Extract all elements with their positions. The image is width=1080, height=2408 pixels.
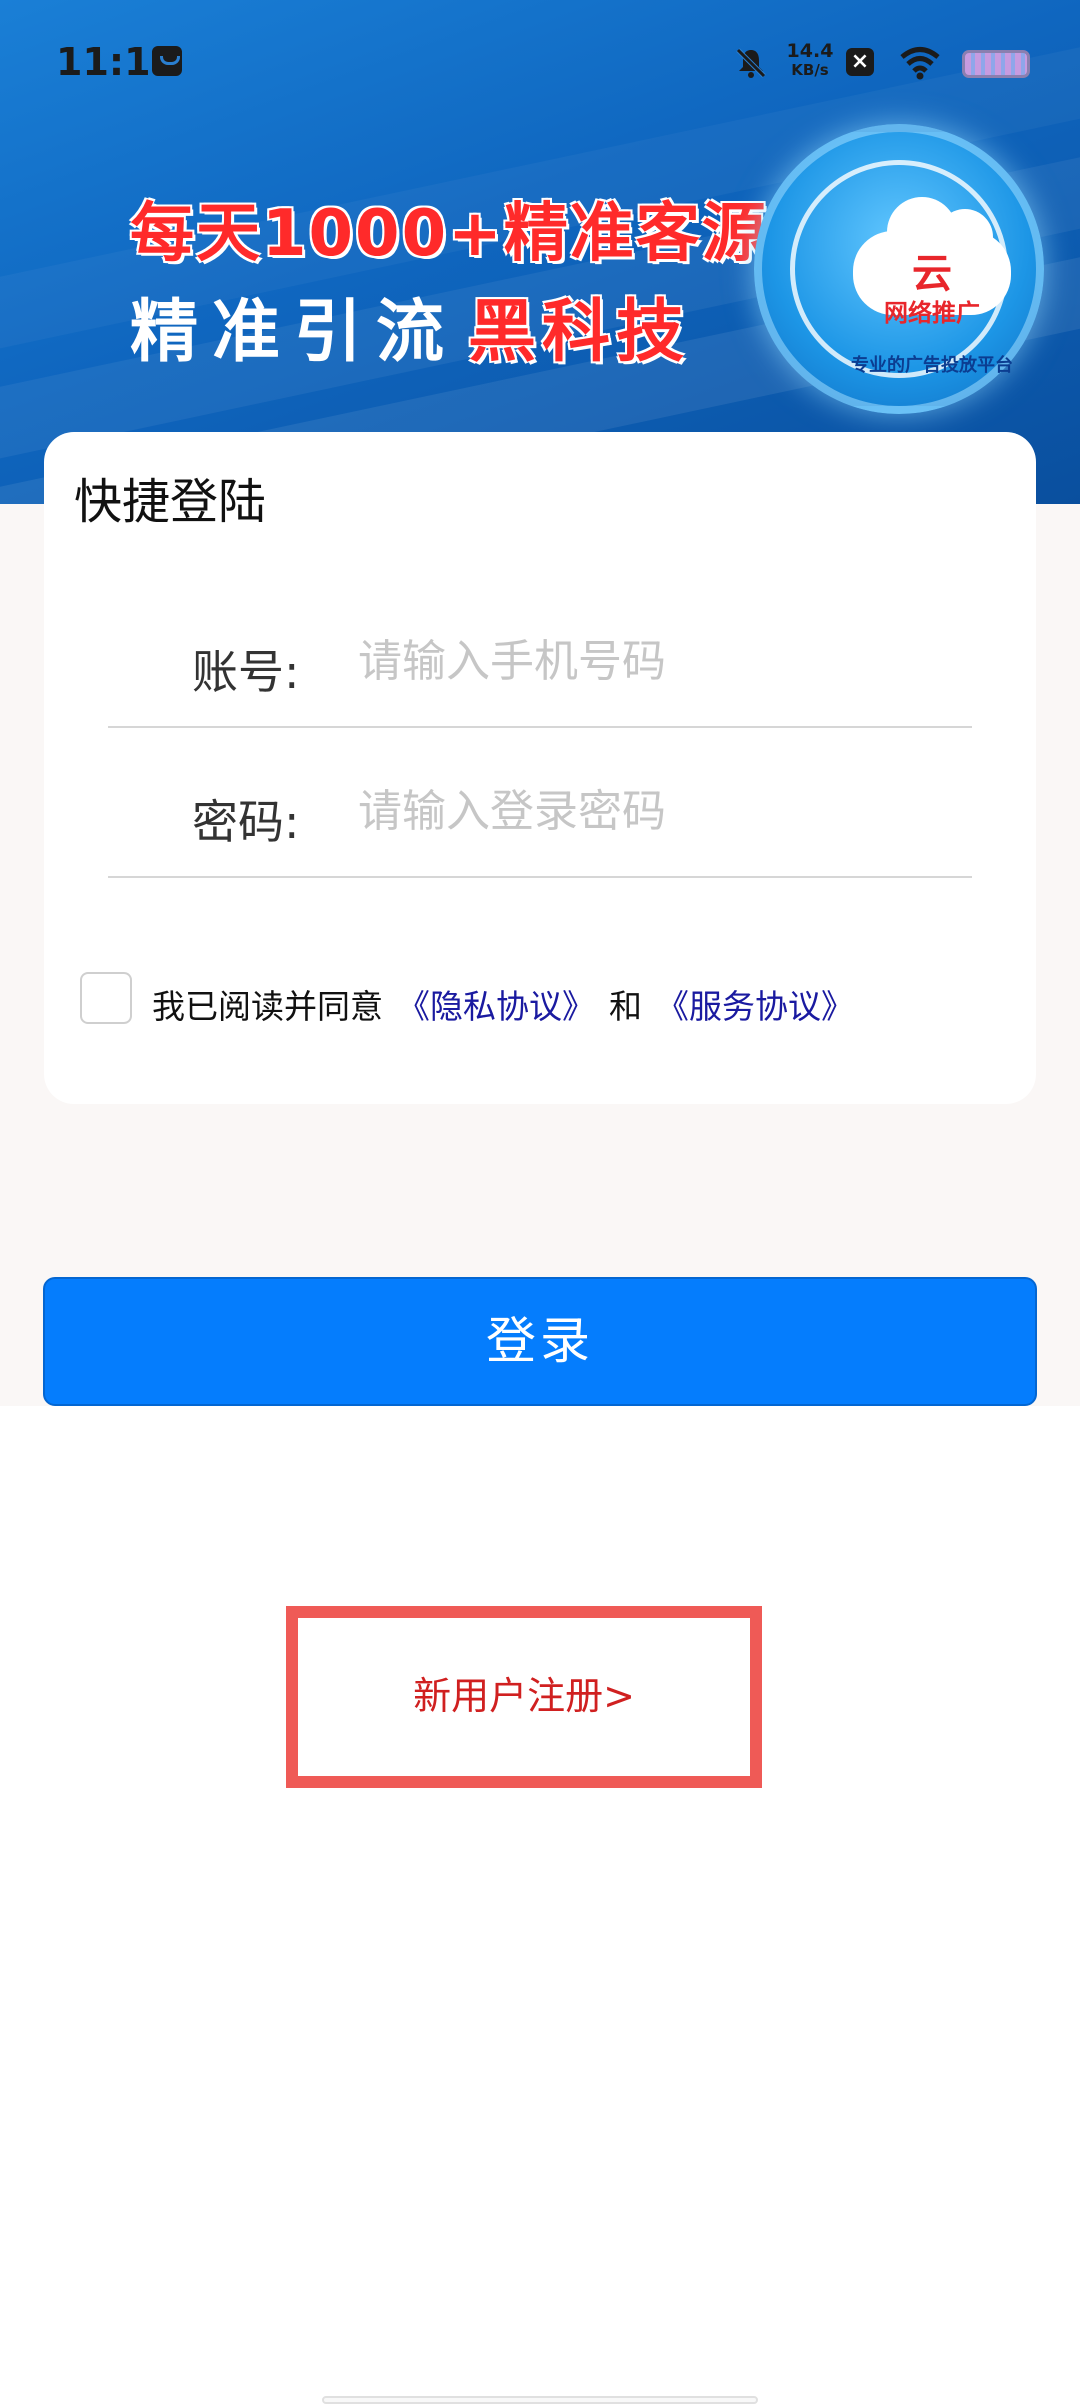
agreement-conjunction: 和 bbox=[609, 987, 642, 1026]
net-speed-value: 14.4 bbox=[786, 40, 834, 62]
battery-icon bbox=[962, 50, 1030, 78]
password-input[interactable] bbox=[358, 776, 938, 846]
register-highlight-box: 新用户注册> bbox=[286, 1606, 762, 1788]
agreement-prefix: 我已阅读并同意 bbox=[152, 987, 383, 1026]
net-speed-unit: KB/s bbox=[791, 61, 829, 79]
password-label: 密码: bbox=[192, 795, 300, 849]
home-indicator[interactable] bbox=[322, 2396, 758, 2404]
wifi-icon bbox=[900, 47, 940, 80]
banner-slogan-white: 精准引流 bbox=[130, 293, 459, 372]
status-bar: 11:14 14.4 KB/s × bbox=[0, 0, 1080, 126]
cloud-badge: 云 网络推广 专业的广告投放平台 bbox=[754, 124, 1044, 414]
mute-icon bbox=[736, 48, 766, 78]
agreement-checkbox[interactable] bbox=[80, 972, 132, 1024]
close-box-icon: × bbox=[846, 48, 874, 76]
banner-slogan-red: 黑科技 bbox=[468, 293, 691, 372]
net-speed: 14.4 KB/s bbox=[786, 42, 834, 80]
banner-slogan-line2: 精准引流 黑科技 bbox=[130, 276, 690, 375]
login-button[interactable]: 登录 bbox=[43, 1277, 1037, 1406]
login-card: 快捷登陆 账号: 密码: 我已阅读并同意《隐私协议》和《服务协议》 bbox=[44, 432, 1036, 1104]
account-input[interactable] bbox=[358, 626, 938, 696]
badge-subtitle: 专业的广告投放平台 bbox=[851, 355, 1013, 376]
banner-slogan-line1: 每天1000+精准客源 bbox=[130, 197, 768, 271]
service-agreement-link[interactable]: 《服务协议》 bbox=[656, 987, 854, 1026]
agreement-text: 我已阅读并同意 《隐私协议》和《服务协议》 bbox=[152, 980, 854, 1028]
account-field: 账号: bbox=[108, 578, 972, 728]
register-link[interactable]: 新用户注册> bbox=[298, 1618, 750, 1776]
privacy-policy-link[interactable]: 《隐私协议》 bbox=[397, 987, 595, 1026]
card-title: 快捷登陆 bbox=[74, 474, 267, 530]
app-notification-icon bbox=[152, 46, 182, 76]
badge-ring: 云 网络推广 专业的广告投放平台 bbox=[790, 160, 1013, 378]
badge-cloud-char: 云 bbox=[912, 251, 952, 297]
account-label: 账号: bbox=[192, 645, 300, 699]
login-screen: 每天1000+精准客源 精准引流 黑科技 云 网络推广 专业的广告投放平台 11:… bbox=[0, 0, 1080, 2408]
password-field: 密码: bbox=[108, 728, 972, 878]
badge-title: 网络推广 bbox=[884, 299, 980, 327]
